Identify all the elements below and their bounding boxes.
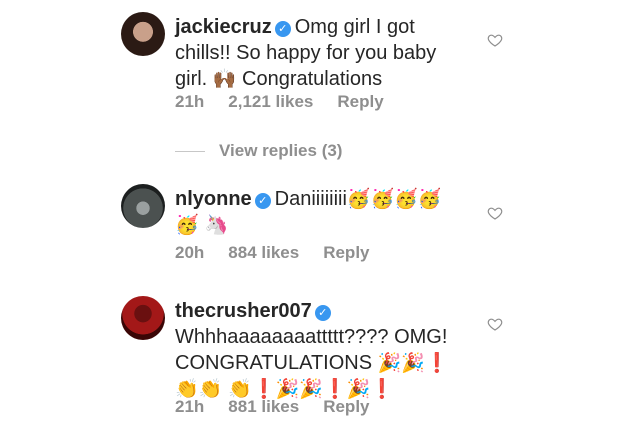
heart-icon[interactable] [487,32,503,48]
likes-count[interactable]: 881 likes [228,397,299,416]
timestamp: 21h [175,397,205,416]
comment-body-line1: Omg girl I got [294,16,415,38]
timestamp: 20h [175,243,205,262]
avatar[interactable] [121,296,165,340]
view-replies-label[interactable]: View replies (3) [219,141,342,161]
comment-meta: 20h 884 likes Reply [175,243,394,263]
divider [175,150,205,152]
likes-count[interactable]: 884 likes [228,243,299,262]
username[interactable]: thecrusher007 [175,300,312,322]
verified-badge-icon: ✓ [254,193,271,209]
reply-button[interactable]: Reply [323,397,369,416]
username[interactable]: jackiecruz [175,16,272,38]
comment-text: nlyonne ✓ Daniiiiiiii🥳🥳🥳🥳 🥳 🦄 [175,186,470,238]
view-replies[interactable]: View replies (3) [175,141,342,161]
comment-body-line3b: Congratulations [242,68,383,90]
likes-count[interactable]: 2,121 likes [228,92,313,111]
username[interactable]: nlyonne [175,188,252,210]
raised-hands-emoji: 🙌🏾 [212,68,237,90]
comment-text: jackiecruz ✓ Omg girl I got chills!! So ha… [175,14,470,92]
comment-body-line2: chills!! So happy for you baby [175,42,437,64]
reply-button[interactable]: Reply [323,243,369,262]
comment-body-line3a: girl. [175,68,208,90]
comment-body-line1: Whhhaaaaaaaattttt???? OMG! [175,326,448,348]
comment-meta: 21h 2,121 likes Reply [175,92,408,112]
party-unicorn-emoji: 🥳 🦄 [175,214,229,236]
avatar[interactable] [121,184,165,228]
verified-badge-icon: ✓ [314,305,331,321]
verified-badge-icon: ✓ [274,21,291,37]
reply-button[interactable]: Reply [337,92,383,111]
comment-body-line1: Daniiiiiiii [274,188,347,210]
party-face-emoji: 🥳🥳🥳🥳 [346,188,442,210]
comment-text: thecrusher007 ✓ Whhhaaaaaaaattttt???? OMG… [175,298,470,402]
comment-body-line2: CONGRATULATIONS [175,352,373,374]
heart-icon[interactable] [487,205,503,221]
heart-icon[interactable] [487,316,503,332]
comment-meta: 21h 881 likes Reply [175,397,394,417]
timestamp: 21h [175,92,205,111]
avatar[interactable] [121,12,165,56]
party-popper-emoji: 🎉🎉❗ [377,352,449,374]
